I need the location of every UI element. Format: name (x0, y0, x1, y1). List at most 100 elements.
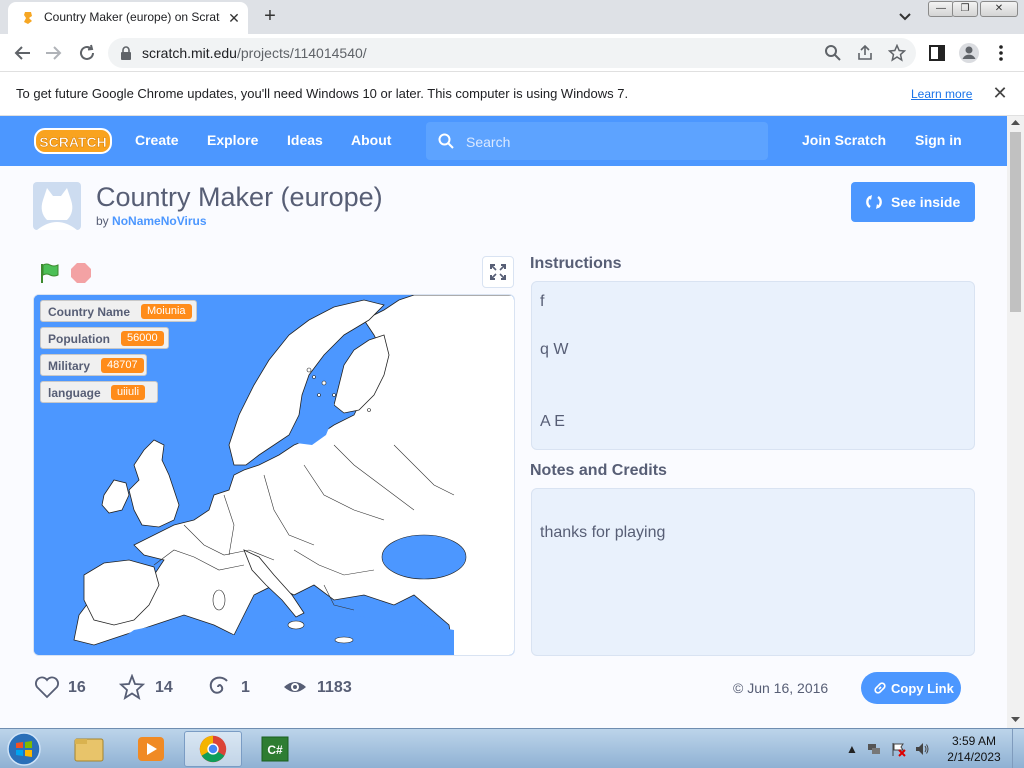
minimize-button[interactable]: — (928, 1, 954, 17)
lock-icon[interactable] (120, 46, 132, 60)
explorer-folder-icon[interactable] (60, 731, 118, 767)
monitor-population[interactable]: Population 56000 (40, 327, 169, 349)
reload-icon[interactable] (76, 42, 98, 64)
scrollbar-thumb[interactable] (1010, 132, 1021, 312)
windows-start-icon[interactable] (4, 731, 44, 767)
search-icon (438, 133, 454, 149)
author-link[interactable]: NoNameNoVirus (112, 214, 206, 228)
monitor-label: Population (48, 332, 110, 346)
address-bar[interactable]: scratch.mit.edu/projects/114014540/ (108, 38, 916, 68)
network-icon[interactable] (866, 741, 882, 757)
scroll-up-arrow-icon[interactable] (1007, 116, 1024, 130)
nav-about[interactable]: About (351, 132, 391, 148)
tab-close-icon[interactable]: ✕ (226, 10, 242, 26)
new-tab-button[interactable]: + (258, 5, 282, 29)
monitor-language[interactable]: language uiiuli (40, 381, 158, 403)
clock-date: 2/14/2023 (947, 750, 1001, 764)
chrome-taskbar-icon[interactable] (184, 731, 242, 767)
remix-spiral-icon (209, 676, 228, 694)
copy-link-label: Copy Link (891, 681, 954, 696)
instructions-line: f (540, 293, 545, 310)
back-arrow-icon[interactable] (12, 42, 34, 64)
learn-more-link[interactable]: Learn more (911, 87, 972, 101)
project-page: Country Maker (europe) by NoNameNoVirus … (0, 166, 1007, 728)
instructions-line: q W (540, 341, 569, 358)
windows-taskbar: C# ▲ 3:59 AM 2/14/2023 (0, 728, 1024, 768)
europe-map[interactable] (34, 295, 515, 656)
browser-tab[interactable]: Country Maker (europe) on Scratch ✕ (8, 2, 248, 34)
sign-in-link[interactable]: Sign in (915, 132, 962, 148)
zoom-search-icon[interactable] (824, 44, 842, 62)
instructions-line: A E (540, 413, 565, 430)
update-infobar: To get future Google Chrome updates, you… (0, 72, 1024, 116)
vertical-scrollbar[interactable] (1007, 116, 1024, 728)
profile-avatar-icon[interactable] (958, 42, 980, 64)
nav-ideas[interactable]: Ideas (287, 132, 323, 148)
tab-search-chevron-icon[interactable] (896, 9, 914, 25)
logo-lettering: SCRATCH (39, 134, 106, 150)
remix-arrows-icon (866, 195, 882, 209)
infobar-message: To get future Google Chrome updates, you… (16, 86, 629, 101)
copy-link-button[interactable]: Copy Link (861, 672, 961, 704)
scratch-favicon-icon (24, 12, 32, 24)
monitor-label: Country Name (48, 305, 131, 319)
csharp-app-icon[interactable]: C# (246, 731, 304, 767)
url-path: /projects/114014540/ (236, 45, 367, 61)
csharp-lettering: C# (267, 743, 283, 757)
share-icon[interactable] (856, 44, 874, 62)
see-inside-button[interactable]: See inside (851, 182, 975, 222)
browser-toolbar: scratch.mit.edu/projects/114014540/ (0, 34, 1024, 72)
project-stage[interactable]: Country Name Moiunia Population 56000 Mi… (33, 294, 515, 656)
monitor-military[interactable]: Military 48707 (40, 354, 147, 376)
bookmark-star-icon[interactable] (888, 44, 906, 62)
monitor-label: Military (48, 359, 91, 373)
nav-explore[interactable]: Explore (207, 132, 258, 148)
cat-avatar-icon (37, 188, 77, 230)
scroll-down-arrow-icon[interactable] (1007, 712, 1024, 726)
scratch-logo[interactable]: SCRATCH (34, 127, 112, 155)
by-label: by (96, 214, 109, 228)
stop-sign-icon[interactable] (70, 262, 92, 284)
forward-arrow-icon[interactable] (42, 42, 64, 64)
copyright-icon: © (733, 680, 748, 696)
green-flag-icon[interactable] (38, 262, 60, 284)
media-player-icon[interactable] (122, 731, 180, 767)
tab-title: Country Maker (europe) on Scratch (44, 10, 220, 24)
author-avatar[interactable] (33, 182, 81, 230)
join-scratch-link[interactable]: Join Scratch (802, 132, 886, 148)
monitor-country-name[interactable]: Country Name Moiunia (40, 300, 197, 322)
restore-button[interactable]: ❐ (952, 1, 978, 17)
instructions-box[interactable]: f q W A E (531, 281, 975, 450)
search-box[interactable] (426, 122, 768, 160)
byline: by NoNameNoVirus (96, 214, 207, 228)
search-input[interactable] (466, 133, 746, 151)
nav-create[interactable]: Create (135, 132, 179, 148)
system-clock[interactable]: 3:59 AM 2/14/2023 (945, 733, 1003, 765)
clock-time: 3:59 AM (951, 734, 997, 748)
fullscreen-icon (490, 264, 506, 280)
monitor-value: 56000 (121, 331, 164, 346)
side-panel-icon[interactable] (926, 42, 948, 64)
screen: Country Maker (europe) on Scratch ✕ + — … (0, 0, 1024, 768)
views-eye-icon (284, 682, 306, 692)
link-chain-icon (874, 682, 886, 694)
favorite-star-icon[interactable] (119, 674, 145, 700)
instructions-heading: Instructions (530, 255, 622, 272)
volume-icon[interactable] (914, 741, 930, 757)
monitor-value: 48707 (101, 358, 144, 373)
monitor-value: uiiuli (111, 385, 146, 400)
infobar-close-icon[interactable]: ✕ (990, 83, 1010, 103)
close-window-button[interactable]: ✕ (980, 1, 1018, 17)
url-host: scratch.mit.edu (142, 45, 237, 61)
views-count: 1183 (317, 679, 352, 696)
shared-date: © Jun 16, 2016 (733, 680, 828, 696)
url-text[interactable]: scratch.mit.edu/projects/114014540/ (142, 45, 367, 61)
more-menu-icon[interactable] (990, 42, 1012, 64)
love-heart-icon[interactable] (34, 674, 60, 700)
show-desktop-button[interactable] (1012, 729, 1024, 768)
tray-expand-icon[interactable]: ▲ (844, 741, 860, 757)
action-center-flag-icon[interactable] (890, 741, 906, 757)
fullscreen-button[interactable] (482, 256, 514, 288)
notes-box[interactable]: thanks for playing (531, 488, 975, 656)
love-count: 16 (68, 679, 86, 696)
